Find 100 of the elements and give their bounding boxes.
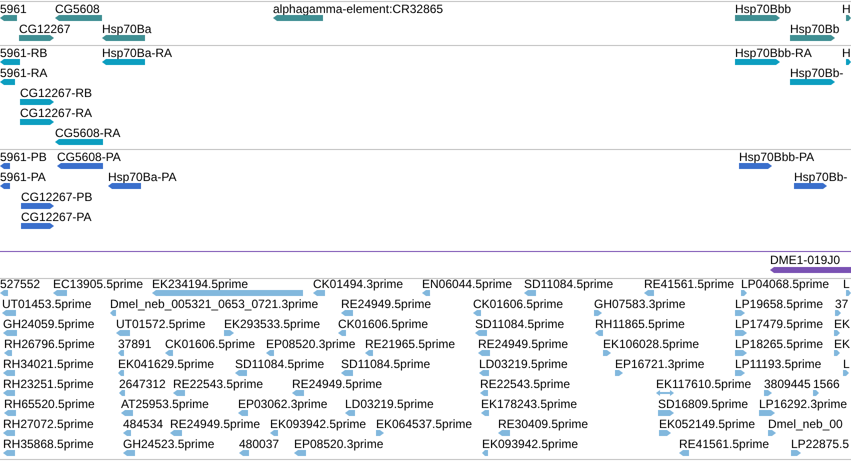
feature-label: EK bbox=[834, 317, 850, 331]
feature-label: EP03062.3prime bbox=[238, 397, 328, 411]
feature-label: EK093942.5prime bbox=[270, 417, 366, 431]
feature-bar[interactable] bbox=[108, 183, 141, 189]
feature-label: Hsp70Bb- bbox=[794, 170, 848, 184]
feature-label: EK064537.5prime bbox=[376, 417, 472, 431]
feature-bar[interactable] bbox=[19, 35, 54, 41]
feature-label: 527552 bbox=[0, 277, 40, 291]
feature-label: RE24949.5prime bbox=[341, 297, 432, 311]
feature-bar[interactable] bbox=[739, 163, 772, 169]
feature-label: Hsp70Bbb bbox=[735, 2, 792, 16]
feature-label: RE22543.5prime bbox=[480, 377, 570, 391]
feature-label: EK041629.5prime bbox=[118, 357, 214, 371]
feature-bar[interactable] bbox=[102, 59, 145, 65]
feature-label: RH23251.5prime bbox=[3, 377, 94, 391]
feature-label: EK178243.5prime bbox=[481, 397, 578, 411]
feature-label: RE24949.5prime bbox=[292, 377, 382, 391]
feature-label: 5961-RA bbox=[0, 66, 48, 80]
feature-label: SD11084.5prime bbox=[524, 277, 614, 291]
feature-label: 5961-PB bbox=[0, 150, 47, 164]
feature-label: CG5608-RA bbox=[55, 126, 120, 140]
feature-label: 5961-PA bbox=[0, 170, 46, 184]
feature-bar[interactable] bbox=[0, 59, 20, 65]
feature-label: 2647312 bbox=[119, 377, 166, 391]
feature-label: 5961 bbox=[0, 2, 27, 16]
feature-label: LP11193.5prime bbox=[735, 357, 822, 371]
feature-label: CG12267-PB bbox=[21, 190, 92, 204]
feature-label: RE22543.5prime bbox=[173, 377, 264, 391]
feature-label: RH27072.5prime bbox=[3, 417, 94, 431]
feature-bar[interactable] bbox=[0, 183, 10, 189]
feature-bar[interactable] bbox=[794, 183, 827, 189]
feature-label: EP08520.3prime bbox=[294, 437, 384, 451]
feature-bar[interactable] bbox=[0, 15, 17, 21]
feature-label: SD11084.5prime bbox=[235, 357, 324, 371]
feature-bar[interactable] bbox=[790, 35, 835, 41]
feature-label: Hsp70Ba-RA bbox=[102, 46, 172, 60]
feature-label: RH11865.5prime bbox=[595, 317, 685, 331]
feature-label: Hsp70Bb bbox=[790, 22, 840, 36]
feature-label: LP18265.5prime bbox=[735, 337, 824, 351]
feature-label: EK052149.5prime bbox=[659, 417, 756, 431]
feature-label: RE30409.5prime bbox=[498, 417, 588, 431]
feature-label: UT01453.5prime bbox=[2, 297, 92, 311]
feature-label: GH24059.5prime bbox=[3, 317, 94, 331]
feature-label: RE24949.5prime bbox=[478, 337, 568, 351]
feature-bar[interactable] bbox=[846, 15, 851, 21]
feature-label: 5961-RB bbox=[0, 46, 48, 60]
feature-label: RH26796.5prime bbox=[4, 337, 95, 351]
feature-label: DME1-019J0 bbox=[770, 253, 840, 267]
feature-label: SD11084.5prime bbox=[475, 317, 564, 331]
feature-label: alphagamma-element:CR32865 bbox=[273, 2, 444, 16]
feature-label: EC13905.5prime bbox=[53, 277, 144, 291]
feature-label: EK117610.5prime bbox=[656, 377, 752, 391]
feature-label: 480037 bbox=[239, 437, 280, 451]
feature-bar[interactable] bbox=[57, 163, 103, 169]
feature-label: LP22875.5 bbox=[791, 437, 850, 451]
feature-label: AT25953.5prime bbox=[121, 397, 209, 411]
feature-label: CK01606.5prime bbox=[338, 317, 428, 331]
feature-label: Hsp70Bbb-RA bbox=[735, 46, 812, 60]
feature-bar[interactable] bbox=[55, 15, 102, 21]
feature-label: EN06044.5prime bbox=[422, 277, 512, 291]
feature-bar[interactable] bbox=[55, 139, 103, 145]
feature-bar[interactable] bbox=[846, 59, 851, 65]
feature-bar[interactable] bbox=[0, 79, 15, 85]
feature-label: Hsp70Bb- bbox=[790, 66, 844, 80]
feature-label: RE21965.5prime bbox=[365, 337, 456, 351]
feature-label: 484534 bbox=[123, 417, 164, 431]
feature-bar[interactable] bbox=[735, 15, 780, 21]
feature-label: CG5608 bbox=[55, 2, 100, 16]
feature-bar[interactable] bbox=[20, 119, 54, 125]
feature-label: CG5608-PA bbox=[57, 150, 121, 164]
feature-label: 37891 bbox=[118, 337, 152, 351]
feature-label: EK093942.5prime bbox=[482, 437, 578, 451]
feature-label: CK01606.5prime bbox=[473, 297, 564, 311]
feature-label: UT01572.5prime bbox=[116, 317, 206, 331]
feature-bar[interactable] bbox=[735, 59, 780, 65]
feature-bar[interactable] bbox=[790, 79, 835, 85]
feature-bar[interactable] bbox=[770, 267, 851, 273]
feature-label: H bbox=[842, 46, 851, 60]
feature-label: LP16292.3prime bbox=[759, 397, 848, 411]
feature-label: Dmel_neb_00 bbox=[768, 417, 843, 431]
feature-label: L bbox=[843, 277, 850, 291]
feature-label: SD11084.5prime bbox=[341, 357, 430, 371]
feature-bar[interactable] bbox=[102, 35, 145, 41]
feature-label: RH65520.5prime bbox=[4, 397, 95, 411]
feature-bar[interactable] bbox=[21, 203, 54, 209]
feature-label: EP08520.3prime bbox=[266, 337, 356, 351]
feature-bar[interactable] bbox=[20, 99, 54, 105]
feature-bar[interactable] bbox=[21, 223, 54, 229]
feature-label: Hsp70Ba-PA bbox=[108, 170, 176, 184]
feature-bar[interactable] bbox=[0, 163, 10, 169]
feature-label: RE24949.5prime bbox=[170, 417, 260, 431]
feature-bar[interactable] bbox=[273, 15, 323, 21]
feature-label: RE41561.5prime bbox=[679, 437, 770, 451]
feature-label: EP16721.3prime bbox=[615, 357, 704, 371]
feature-label: 3809445 bbox=[764, 377, 811, 391]
feature-label: EK234194.5prime bbox=[152, 277, 248, 291]
feature-label: RE41561.5prime bbox=[644, 277, 734, 291]
feature-label: RH34021.5prime bbox=[3, 357, 94, 371]
feature-label: H bbox=[842, 2, 851, 16]
feature-label: L bbox=[843, 357, 850, 371]
